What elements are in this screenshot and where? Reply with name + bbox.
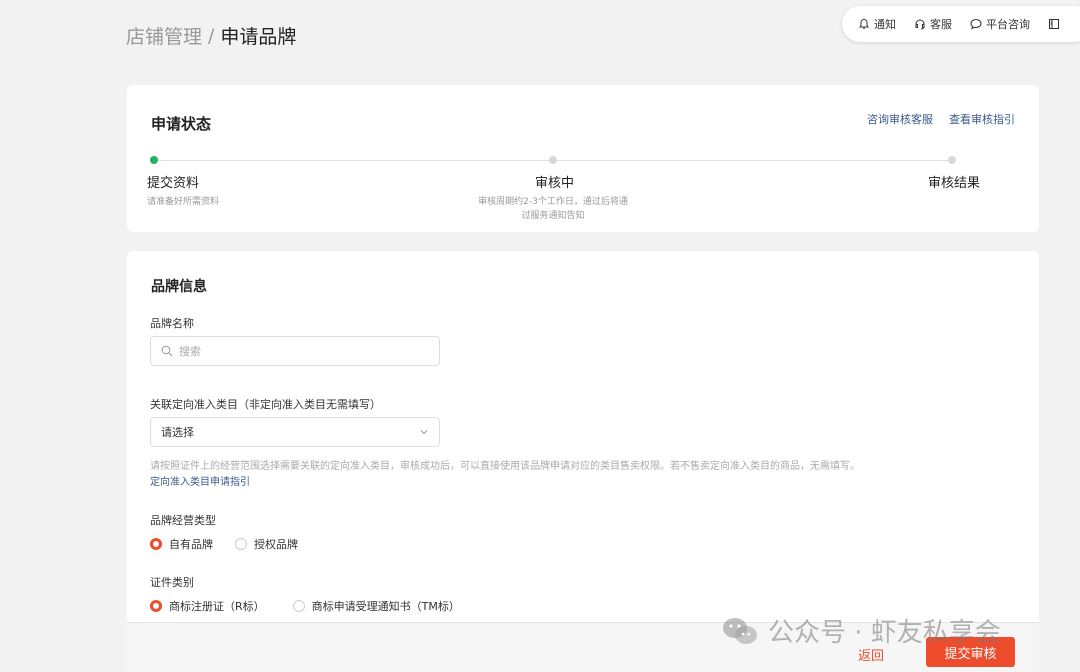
category-guide-link[interactable]: 定向准入类目申请指引 <box>150 473 250 488</box>
watermark: 公众号 · 虾友私享会 <box>720 612 1001 649</box>
category-select[interactable]: 请选择 <box>150 417 440 447</box>
page-title: 申请品牌 <box>220 26 297 48</box>
search-placeholder: 搜索 <box>179 345 201 358</box>
step-label-review: 审核中 <box>535 176 575 191</box>
brand-info-title: 品牌信息 <box>151 279 207 295</box>
step-desc-review-line1: 审核周期约2-3个工作日，通过后将通 <box>478 197 628 207</box>
panel-toggle-button[interactable] <box>1048 18 1060 30</box>
consult-review-service-link[interactable]: 咨询审核客服 <box>867 111 933 127</box>
radio-r-mark[interactable]: 商标注册证（R标） <box>150 598 265 614</box>
status-title: 申请状态 <box>151 115 212 133</box>
brand-name-search-input[interactable]: 搜索 <box>150 336 440 366</box>
radio-own-brand[interactable]: 自有品牌 <box>150 536 213 552</box>
chat-bubble-icon <box>970 18 982 30</box>
cert-type-radio-group: 商标注册证（R标） 商标申请受理通知书（TM标） <box>150 598 460 614</box>
status-links: 咨询审核客服 查看审核指引 <box>867 111 1015 127</box>
consult-button[interactable]: 平台咨询 <box>970 16 1030 32</box>
biz-type-label: 品牌经营类型 <box>150 514 216 527</box>
radio-circle <box>235 538 247 550</box>
radio-label: 商标注册证（R标） <box>169 600 265 613</box>
view-review-guide-link[interactable]: 查看审核指引 <box>949 111 1015 127</box>
top-utility-bar: 通知 客服 平台咨询 <box>842 6 1080 42</box>
step-desc-review: 审核周期约2-3个工作日，通过后将通 过服务通知告知 <box>453 195 653 223</box>
biz-type-radio-group: 自有品牌 授权品牌 <box>150 536 298 552</box>
bell-icon <box>859 18 869 29</box>
radio-authorized-brand[interactable]: 授权品牌 <box>235 536 298 552</box>
panel-icon <box>1049 19 1059 29</box>
brand-name-label: 品牌名称 <box>150 317 194 330</box>
application-status-card: 申请状态 咨询审核客服 查看审核指引 提交资料 请准备好所需资料 审核中 审核周… <box>127 85 1039 232</box>
service-label: 客服 <box>930 18 952 31</box>
category-label: 关联定向准入类目（非定向准入类目无需填写） <box>150 398 381 411</box>
watermark-text: 公众号 · 虾友私享会 <box>768 618 1001 648</box>
radio-circle <box>292 600 305 612</box>
step-dot-result <box>948 156 956 164</box>
notify-label: 通知 <box>874 18 896 31</box>
breadcrumb: 店铺管理 / 申请品牌 <box>126 22 296 49</box>
headset-icon <box>915 19 925 30</box>
step-dot-submit <box>150 156 158 164</box>
wechat-icon <box>723 617 757 644</box>
breadcrumb-parent[interactable]: 店铺管理 <box>126 22 202 49</box>
brand-info-card: 品牌信息 品牌名称 搜索 关联定向准入类目（非定向准入类目无需填写） 请选择 请… <box>127 251 1039 672</box>
search-icon <box>161 345 173 357</box>
radio-label: 商标申请受理通知书（TM标） <box>311 600 460 613</box>
radio-label: 授权品牌 <box>254 538 298 551</box>
radio-tm-mark[interactable]: 商标申请受理通知书（TM标） <box>292 598 460 614</box>
notify-button[interactable]: 通知 <box>858 16 896 32</box>
radio-circle-checked <box>150 600 162 612</box>
radio-label: 自有品牌 <box>169 538 213 551</box>
step-desc-review-line2: 过服务通知告知 <box>521 211 585 221</box>
chevron-down-icon <box>420 430 428 435</box>
category-select-value: 请选择 <box>161 426 194 439</box>
step-desc-submit: 请准备好所需资料 <box>147 197 220 207</box>
consult-label: 平台咨询 <box>986 18 1030 31</box>
step-label-submit: 提交资料 <box>147 176 200 191</box>
step-label-result: 审核结果 <box>928 176 981 191</box>
category-hint: 请按照证件上的经营范围选择需要关联的定向准入类目，审核成功后，可以直接使用该品牌… <box>150 461 860 472</box>
step-dot-review <box>549 156 557 164</box>
radio-circle-checked <box>150 538 162 550</box>
breadcrumb-separator: / <box>208 24 215 47</box>
service-button[interactable]: 客服 <box>914 16 952 32</box>
cert-type-label: 证件类别 <box>150 576 194 589</box>
